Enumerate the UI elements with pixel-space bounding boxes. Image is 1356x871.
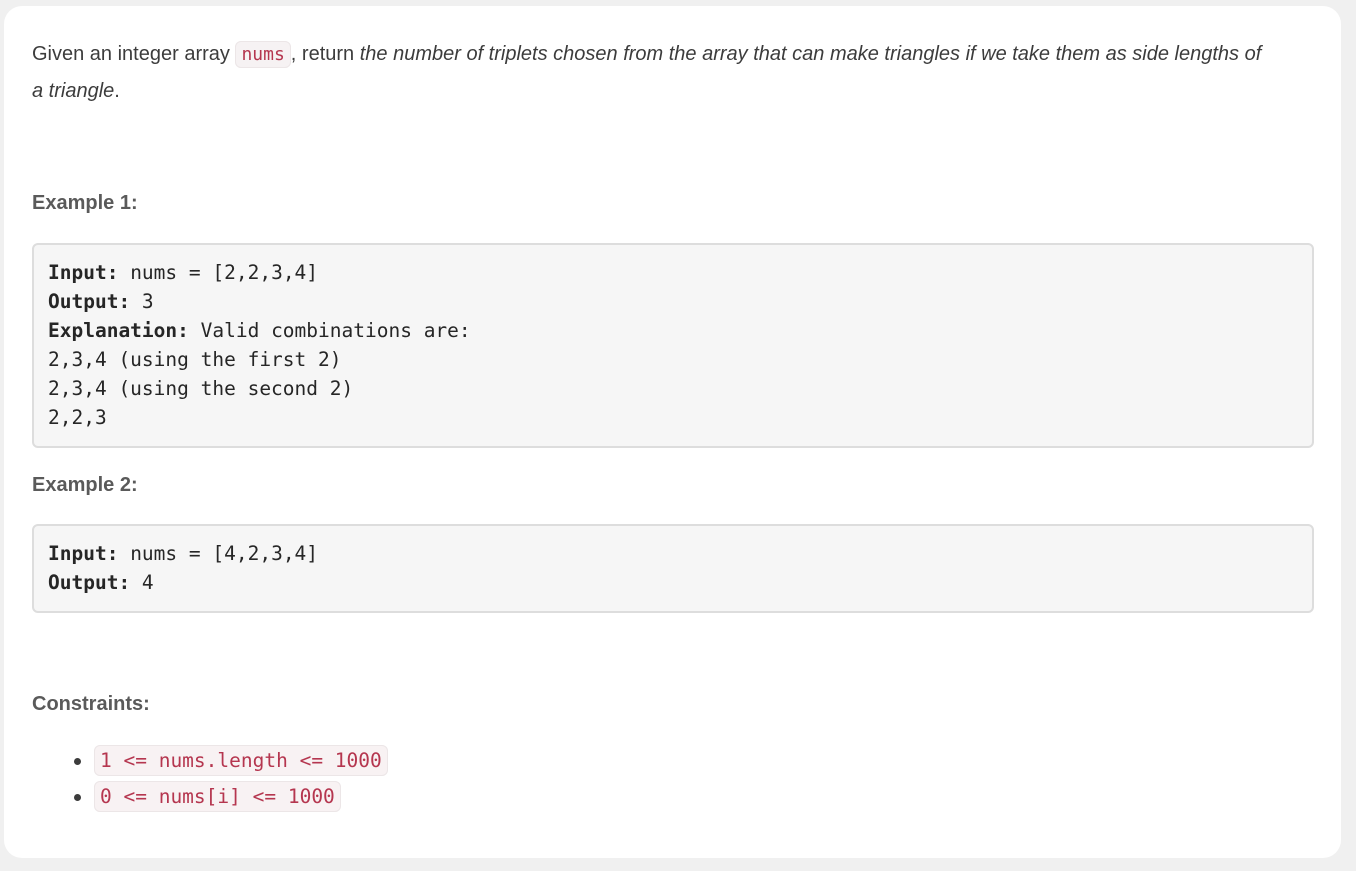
constraints-heading: Constraints: [32,693,150,715]
example-1-output-value: 3 [130,290,154,313]
example-1-heading: Example 1: [32,192,138,214]
example-2-input-label: Input: [48,542,119,565]
constraints-list: 1 <= nums.length <= 1000 0 <= nums[i] <=… [32,743,388,815]
example-1-output-label: Output: [48,290,131,313]
inline-code-nums: nums [235,41,291,68]
list-item: 0 <= nums[i] <= 1000 [74,779,388,815]
example-1-input-label: Input: [48,261,119,284]
example-2-output-value: 4 [130,571,154,594]
example-2-output-label: Output: [48,571,131,594]
problem-description: Given an integer array nums, return the … [32,36,1262,109]
example-2-input-value: nums = [4,2,3,4] [118,542,319,565]
constraint-code-2: 0 <= nums[i] <= 1000 [94,781,341,812]
description-prefix: Given an integer array [32,43,236,65]
list-item: 1 <= nums.length <= 1000 [74,743,388,779]
problem-card: Given an integer array nums, return the … [4,6,1341,858]
example-1-line-2: 2,3,4 (using the second 2) [48,377,354,400]
example-2-heading: Example 2: [32,474,138,496]
description-middle: , return [290,43,360,65]
example-2-code-block: Input: nums = [4,2,3,4] Output: 4 [32,524,1314,613]
example-1-line-1: 2,3,4 (using the first 2) [48,348,342,371]
example-1-line-3: 2,2,3 [48,406,107,429]
example-1-input-value: nums = [2,2,3,4] [118,261,319,284]
example-1-code-block: Input: nums = [2,2,3,4] Output: 3 Explan… [32,243,1314,448]
example-1-explanation-label: Explanation: [48,319,189,342]
bullet-icon [74,794,81,801]
bullet-icon [74,758,81,765]
example-1-explanation-value: Valid combinations are: [188,319,471,342]
constraint-code-1: 1 <= nums.length <= 1000 [94,745,388,776]
description-suffix: . [114,80,120,102]
